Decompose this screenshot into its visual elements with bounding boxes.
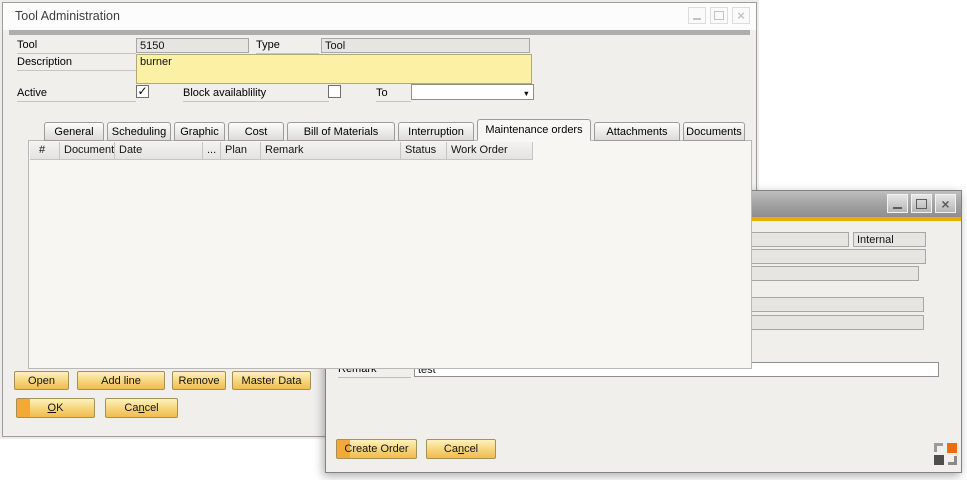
tab-strip: General Scheduling Graphic Cost Bill of … <box>44 119 745 141</box>
tab-general[interactable]: General <box>44 122 104 141</box>
ok-button[interactable]: OK <box>16 398 95 418</box>
window-title: Tool Administration <box>15 9 120 23</box>
description-label: Description <box>17 55 136 71</box>
col-date: Date <box>115 142 203 159</box>
maximize-icon[interactable] <box>911 194 932 213</box>
description-field[interactable]: burner <box>136 54 532 84</box>
titlebar: Tool Administration × <box>3 3 756 30</box>
tab-documents[interactable]: Documents <box>683 122 745 141</box>
col-status: Status <box>401 142 447 159</box>
tool-field: 5150 <box>136 38 249 53</box>
dialog-window-controls: × <box>887 194 956 213</box>
col-work-order: Work Order <box>447 142 533 159</box>
close-icon[interactable]: × <box>935 194 956 213</box>
window-controls: × <box>688 7 750 24</box>
maintenance-orders-panel: # Document Date ... Plan Remark Status W… <box>28 140 752 369</box>
tab-cost[interactable]: Cost <box>228 122 284 141</box>
tab-bill-of-materials[interactable]: Bill of Materials <box>287 122 395 141</box>
open-button[interactable]: Open <box>14 371 69 390</box>
tool-label: Tool <box>17 38 136 54</box>
tab-maintenance-orders[interactable]: Maintenance orders <box>477 119 591 141</box>
tab-scheduling[interactable]: Scheduling <box>107 122 171 141</box>
dialog-cancel-button[interactable]: Cancel <box>426 439 496 459</box>
maintenance-category-field: Internal <box>853 232 926 247</box>
type-field: Tool <box>321 38 530 53</box>
tab-attachments[interactable]: Attachments <box>594 122 680 141</box>
col-dots: ... <box>203 142 221 159</box>
table-header: # Document Date ... Plan Remark Status W… <box>30 142 533 160</box>
col-number: # <box>30 142 60 159</box>
active-label: Active <box>17 86 136 102</box>
chevron-down-icon: ▼ <box>523 88 530 100</box>
resize-grip-icon[interactable] <box>934 443 957 465</box>
col-document: Document <box>60 142 115 159</box>
minimize-icon[interactable] <box>688 7 706 24</box>
add-line-button[interactable]: Add line <box>77 371 165 390</box>
tab-graphic[interactable]: Graphic <box>174 122 225 141</box>
create-order-button[interactable]: Create Order <box>336 439 417 459</box>
remove-button[interactable]: Remove <box>172 371 226 390</box>
tab-interruption[interactable]: Interruption <box>398 122 474 141</box>
block-availability-checkbox[interactable] <box>328 85 341 98</box>
desktop: Tool Administration × Tool 5150 Type Too… <box>0 0 967 480</box>
maximize-icon[interactable] <box>710 7 728 24</box>
active-checkbox[interactable]: ✓ <box>136 85 149 98</box>
block-availability-label: Block availablility <box>183 86 329 102</box>
col-remark: Remark <box>261 142 401 159</box>
col-plan: Plan <box>221 142 261 159</box>
master-data-button[interactable]: Master Data <box>232 371 311 390</box>
titlebar-separator <box>9 30 750 35</box>
close-icon[interactable]: × <box>732 7 750 24</box>
to-dropdown[interactable]: ▼ <box>411 84 534 100</box>
type-label: Type <box>256 38 319 54</box>
cancel-button[interactable]: Cancel <box>105 398 178 418</box>
to-label: To <box>376 86 411 102</box>
minimize-icon[interactable] <box>887 194 908 213</box>
